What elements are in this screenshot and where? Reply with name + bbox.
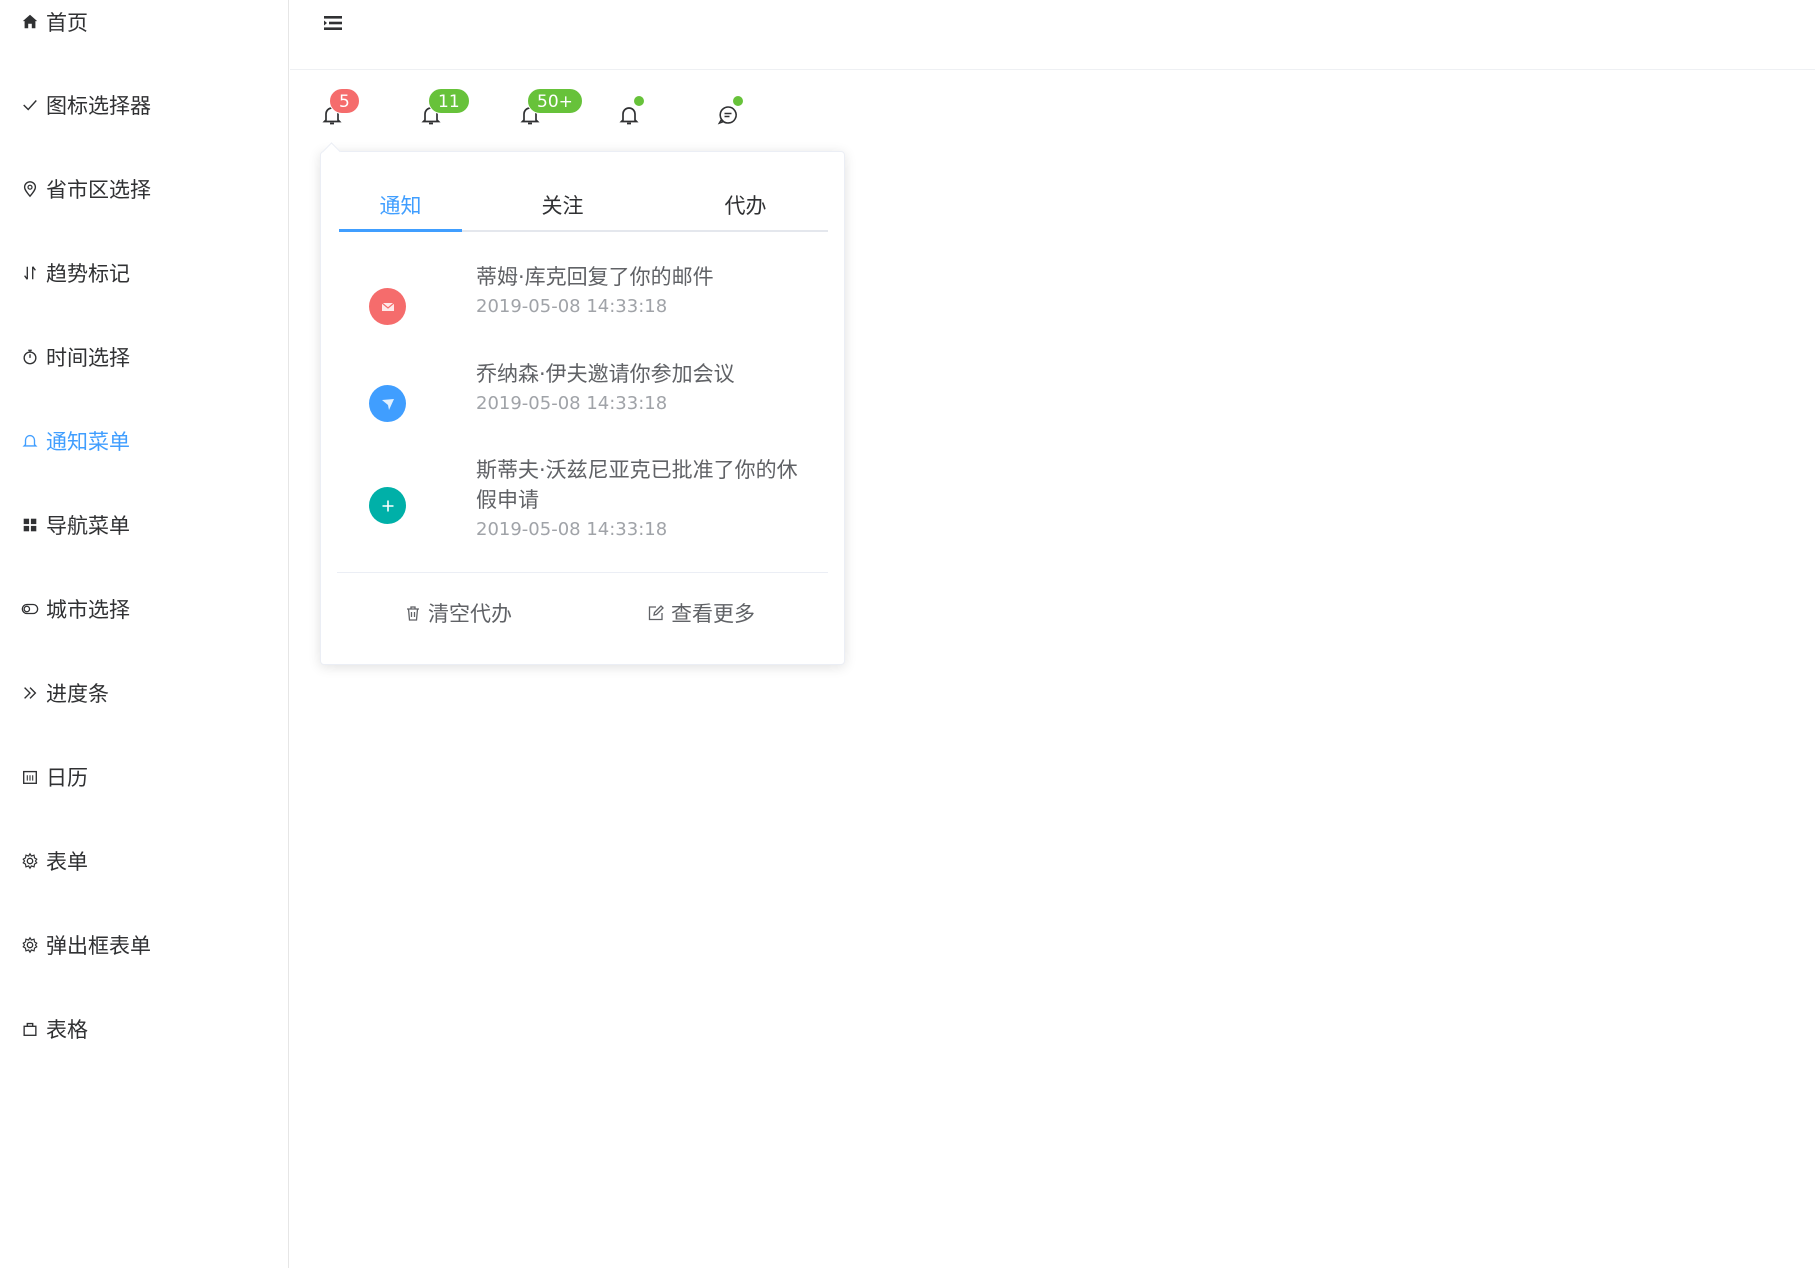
notification-bell-4[interactable]	[617, 95, 645, 130]
popover-arrow	[322, 142, 341, 161]
edit-icon	[648, 605, 664, 621]
sidebar-item-label: 省市区选择	[46, 178, 151, 202]
gear-icon	[20, 851, 40, 871]
sidebar-item-calendar[interactable]: 日历	[0, 749, 288, 805]
sidebar-item-time-picker[interactable]: 时间选择	[0, 329, 288, 385]
active-tab-indicator	[339, 229, 462, 232]
status-dot	[732, 95, 744, 107]
tab-todo[interactable]: 代办	[684, 180, 807, 232]
notification-title: 乔纳森·伊夫邀请你参加会议	[476, 362, 735, 386]
sidebar: 首页 图标选择器 省市区选择 趋势标记 时间选择 通知菜单 导航菜单 城市选择 …	[0, 0, 289, 1268]
topbar	[290, 0, 1815, 70]
status-dot	[633, 95, 645, 107]
hamburger-icon[interactable]	[322, 12, 344, 34]
notification-title: 蒂姆·库克回复了你的邮件	[476, 265, 714, 289]
notification-bell-1[interactable]: 5	[320, 88, 360, 130]
plus-icon	[369, 487, 406, 524]
trash-icon	[407, 606, 419, 621]
sort-icon	[20, 263, 40, 283]
sidebar-item-trend[interactable]: 趋势标记	[0, 245, 288, 301]
toggle-icon	[20, 599, 40, 619]
sidebar-item-label: 进度条	[46, 682, 109, 706]
notification-time: 2019-05-08 14:33:18	[476, 296, 668, 317]
view-more-label: 查看更多	[671, 602, 755, 626]
plane-icon	[369, 385, 406, 422]
double-chevron-right-icon	[20, 683, 40, 703]
notification-item[interactable]: 蒂姆·库克回复了你的邮件 2019-05-08 14:33:18	[321, 262, 844, 342]
calendar-icon	[20, 767, 40, 787]
sidebar-item-label: 首页	[46, 11, 88, 35]
sidebar-item-label: 城市选择	[46, 598, 130, 622]
sidebar-item-nav-menu[interactable]: 导航菜单	[0, 497, 288, 553]
grid-icon	[20, 515, 40, 535]
view-more-button[interactable]: 查看更多	[647, 598, 755, 628]
notification-count-badge: 50+	[527, 88, 583, 114]
gear-icon	[20, 935, 40, 955]
home-icon	[20, 12, 40, 32]
sidebar-item-notification-menu[interactable]: 通知菜单	[0, 413, 288, 469]
sidebar-item-label: 图标选择器	[46, 94, 151, 118]
sidebar-item-city-picker[interactable]: 城市选择	[0, 581, 288, 637]
notification-time: 2019-05-08 14:33:18	[476, 393, 668, 414]
sidebar-item-home[interactable]: 首页	[0, 0, 288, 50]
sidebar-item-label: 弹出框表单	[46, 934, 151, 958]
sidebar-item-label: 导航菜单	[46, 514, 130, 538]
location-icon	[20, 179, 40, 199]
stopwatch-icon	[20, 347, 40, 367]
clear-todo-label: 清空代办	[428, 602, 512, 626]
notification-count-badge: 5	[329, 88, 360, 114]
sidebar-item-label: 表格	[46, 1018, 88, 1042]
notification-count-badge: 11	[428, 88, 470, 114]
bag-icon	[20, 1019, 40, 1039]
popover-divider	[337, 572, 828, 573]
sidebar-item-label: 通知菜单	[46, 430, 130, 454]
popover-tabs: 通知 关注 代办	[339, 180, 828, 232]
sidebar-item-region-picker[interactable]: 省市区选择	[0, 161, 288, 217]
sidebar-item-table[interactable]: 表格	[0, 1001, 288, 1057]
notification-item[interactable]: 乔纳森·伊夫邀请你参加会议 2019-05-08 14:33:18	[321, 359, 844, 439]
sidebar-item-label: 趋势标记	[46, 262, 130, 286]
clear-todo-button[interactable]: 清空代办	[404, 598, 512, 628]
message-bell[interactable]	[716, 95, 744, 130]
sidebar-item-label: 时间选择	[46, 346, 130, 370]
notification-item[interactable]: 斯蒂夫·沃兹尼亚克已批准了你的休假申请 2019-05-08 14:33:18	[321, 455, 844, 555]
check-icon	[20, 95, 40, 115]
sidebar-item-dialog-form[interactable]: 弹出框表单	[0, 917, 288, 973]
sidebar-item-label: 日历	[46, 766, 88, 790]
mail-icon	[369, 288, 406, 325]
notification-time: 2019-05-08 14:33:18	[476, 519, 668, 540]
tab-following[interactable]: 关注	[501, 180, 624, 232]
notification-bell-2[interactable]: 11	[419, 88, 470, 130]
sidebar-item-progress[interactable]: 进度条	[0, 665, 288, 721]
bell-icon	[20, 431, 40, 451]
tab-notifications[interactable]: 通知	[339, 180, 462, 232]
sidebar-item-icon-picker[interactable]: 图标选择器	[0, 77, 288, 133]
notification-bell-3[interactable]: 50+	[518, 88, 583, 130]
sidebar-item-form[interactable]: 表单	[0, 833, 288, 889]
notification-popover: 通知 关注 代办 蒂姆·库克回复了你的邮件 2019-05-08 14:33:1…	[320, 142, 845, 665]
notification-title: 斯蒂夫·沃兹尼亚克已批准了你的休假申请	[476, 458, 798, 512]
sidebar-item-label: 表单	[46, 850, 88, 874]
